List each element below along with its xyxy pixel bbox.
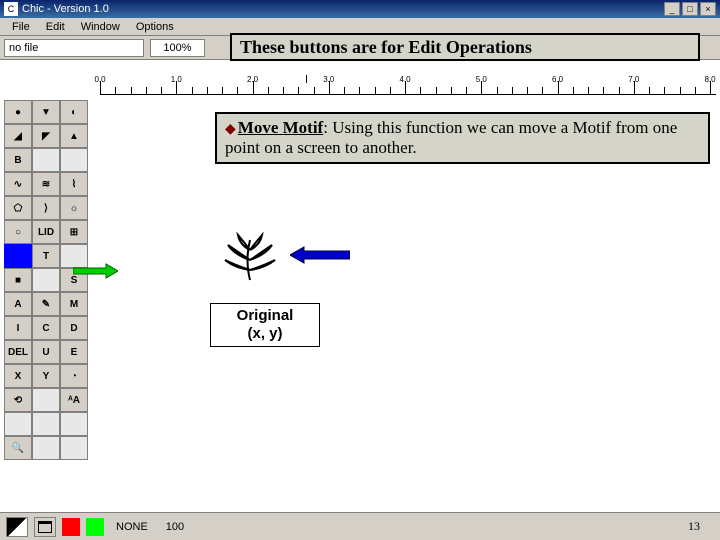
palette-tool-8-0[interactable]: A	[4, 292, 32, 316]
palette-tool-9-0[interactable]: I	[4, 316, 32, 340]
zoom-box[interactable]: 100%	[150, 39, 205, 57]
palette-tool-14-0[interactable]: 🔍	[4, 436, 32, 460]
ruler: 0.01.02.03.04.05.06.07.08.0	[100, 75, 716, 95]
palette-tool-0-0[interactable]: ●	[4, 100, 32, 124]
annotation-edit-operations: These buttons are for Edit Operations	[230, 33, 700, 61]
green-arrow-icon	[73, 263, 118, 279]
palette-tool-5-1[interactable]: LID	[32, 220, 60, 244]
palette-tool-13-1[interactable]	[32, 412, 60, 436]
original-line1: Original	[237, 307, 294, 325]
color-swatch-green[interactable]	[86, 518, 104, 536]
original-line2: (x, y)	[247, 325, 282, 343]
titlebar: C Chic - Version 1.0 _ □ ×	[0, 0, 720, 18]
palette-tool-6-0[interactable]	[4, 244, 32, 268]
status-button-2[interactable]	[34, 517, 56, 537]
palette-tool-1-1[interactable]: ◤	[32, 124, 60, 148]
palette-tool-8-1[interactable]: ✎	[32, 292, 60, 316]
palette-tool-2-0[interactable]: B	[4, 148, 32, 172]
palette-tool-11-2[interactable]: ◔	[60, 364, 88, 388]
palette-tool-5-2[interactable]: ⊞	[60, 220, 88, 244]
palette-tool-14-1[interactable]	[32, 436, 60, 460]
palette-tool-14-2[interactable]	[60, 436, 88, 460]
blue-arrow-icon	[290, 245, 350, 265]
tool-palette: ●▼◐◢◤▲B∿≋⌇⬠⟩☼○LID⊞T■SA✎MICDDELUEXY◔⟲ᴬA🔍	[4, 100, 94, 460]
palette-tool-3-2[interactable]: ⌇	[60, 172, 88, 196]
status-tool-value: 100	[160, 521, 190, 533]
annotation-edit-operations-text: These buttons are for Edit Operations	[240, 37, 532, 58]
bullet-icon: ◆	[225, 122, 236, 137]
palette-tool-1-0[interactable]: ◢	[4, 124, 32, 148]
close-button[interactable]: ×	[700, 2, 716, 16]
file-input[interactable]	[4, 39, 144, 57]
palette-tool-0-2[interactable]: ◐	[60, 100, 88, 124]
palette-tool-10-1[interactable]: U	[32, 340, 60, 364]
palette-tool-4-2[interactable]: ☼	[60, 196, 88, 220]
original-coords-label: Original (x, y)	[210, 303, 320, 347]
palette-tool-9-2[interactable]: D	[60, 316, 88, 340]
menu-file[interactable]: File	[4, 21, 38, 33]
palette-tool-7-1[interactable]	[32, 268, 60, 292]
palette-tool-2-1[interactable]	[32, 148, 60, 172]
palette-tool-4-1[interactable]: ⟩	[32, 196, 60, 220]
statusbar: NONE 100 13	[0, 512, 720, 540]
palette-tool-11-1[interactable]: Y	[32, 364, 60, 388]
palette-tool-10-2[interactable]: E	[60, 340, 88, 364]
palette-tool-0-1[interactable]: ▼	[32, 100, 60, 124]
palette-tool-12-1[interactable]	[32, 388, 60, 412]
palette-tool-2-2[interactable]	[60, 148, 88, 172]
slide-number: 13	[688, 519, 714, 534]
palette-tool-1-2[interactable]: ▲	[60, 124, 88, 148]
palette-tool-5-0[interactable]: ○	[4, 220, 32, 244]
menu-options[interactable]: Options	[128, 21, 182, 33]
palette-tool-6-1[interactable]: T	[32, 244, 60, 268]
palette-tool-10-0[interactable]: DEL	[4, 340, 32, 364]
palette-tool-3-0[interactable]: ∿	[4, 172, 32, 196]
palette-tool-7-0[interactable]: ■	[4, 268, 32, 292]
status-none-label: NONE	[110, 521, 154, 533]
palette-tool-3-1[interactable]: ≋	[32, 172, 60, 196]
maximize-button[interactable]: □	[682, 2, 698, 16]
menu-edit[interactable]: Edit	[38, 21, 73, 33]
palette-tool-9-1[interactable]: C	[32, 316, 60, 340]
status-button-1[interactable]	[6, 517, 28, 537]
palette-tool-8-2[interactable]: M	[60, 292, 88, 316]
annotation-move-motif-title: Move Motif	[238, 118, 323, 137]
app-icon: C	[4, 2, 18, 16]
palette-tool-11-0[interactable]: X	[4, 364, 32, 388]
palette-tool-13-2[interactable]	[60, 412, 88, 436]
titlebar-text: Chic - Version 1.0	[22, 3, 109, 15]
minimize-button[interactable]: _	[664, 2, 680, 16]
palette-tool-4-0[interactable]: ⬠	[4, 196, 32, 220]
color-swatch-red[interactable]	[62, 518, 80, 536]
palette-tool-13-0[interactable]	[4, 412, 32, 436]
leaf-motif-icon	[210, 230, 290, 290]
palette-tool-12-0[interactable]: ⟲	[4, 388, 32, 412]
menu-window[interactable]: Window	[73, 21, 128, 33]
palette-tool-12-2[interactable]: ᴬA	[60, 388, 88, 412]
annotation-move-motif: ◆Move Motif: Using this function we can …	[215, 112, 710, 164]
